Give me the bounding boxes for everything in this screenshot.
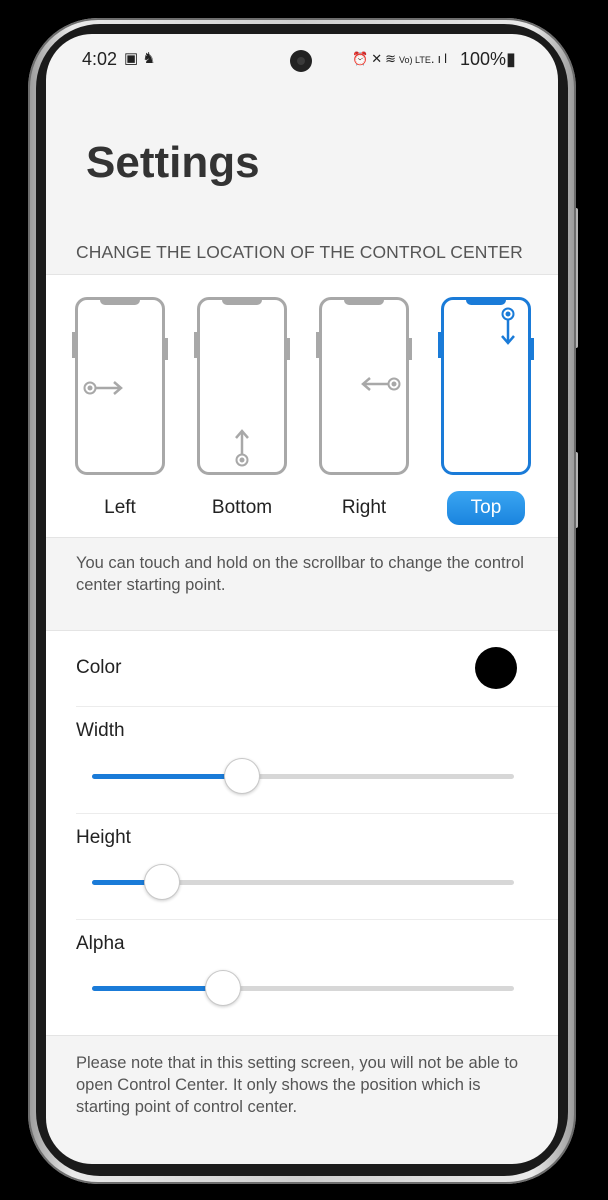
location-option-top[interactable]: Top	[438, 297, 534, 525]
location-hint: You can touch and hold on the scrollbar …	[76, 554, 524, 594]
phone-left-icon	[72, 297, 168, 475]
screen: 4:02 ▣♞ ⏰✕≋Vo) LTE.ıl 100%▮ Settings CHA…	[46, 34, 558, 1164]
alarm-icon: ⏰	[352, 51, 372, 66]
status-time: 4:02	[82, 49, 118, 69]
location-label-bottom: Bottom	[211, 497, 273, 518]
settings-panel: Color Width Height Alpha	[46, 630, 558, 1036]
arrow-right-icon	[83, 381, 123, 395]
height-slider-thumb[interactable]	[143, 864, 180, 900]
arrow-down-icon	[501, 307, 515, 345]
front-camera	[290, 50, 312, 72]
location-panel: Left Bottom Right Top	[46, 274, 558, 538]
alpha-slider-thumb[interactable]	[204, 970, 241, 1006]
divider	[76, 919, 558, 920]
color-label: Color	[76, 657, 122, 678]
location-option-bottom[interactable]: Bottom	[194, 297, 290, 525]
phone-right-icon	[316, 297, 412, 475]
divider	[76, 813, 558, 814]
divider	[76, 706, 558, 707]
location-option-right[interactable]: Right	[316, 297, 412, 525]
height-slider[interactable]	[92, 864, 514, 900]
width-slider-thumb[interactable]	[223, 758, 260, 794]
footer-note: Please note that in this setting screen,…	[76, 1054, 519, 1116]
image-icon: ▣	[124, 50, 143, 67]
width-label: Width	[76, 720, 125, 741]
arrow-left-icon	[361, 377, 401, 391]
location-option-left[interactable]: Left	[72, 297, 168, 525]
location-label-left: Left	[104, 497, 136, 518]
phone-top-icon	[438, 297, 534, 475]
phone-bottom-icon	[194, 297, 290, 475]
page-title: Settings	[86, 138, 260, 187]
notification-icon: ♞	[142, 50, 160, 67]
location-section-header: CHANGE THE LOCATION OF THE CONTROL CENTE…	[76, 242, 523, 262]
status-bar: 4:02 ▣♞ ⏰✕≋Vo) LTE.ıl 100%▮	[46, 34, 558, 86]
mute-icon: ✕	[371, 51, 386, 66]
volte-icon: Vo) LTE	[399, 55, 431, 65]
width-slider[interactable]	[92, 758, 514, 794]
signal-icon: .ıl	[430, 51, 450, 66]
battery-icon: ▮	[506, 49, 516, 69]
location-label-right: Right	[341, 497, 387, 518]
height-label: Height	[76, 827, 131, 848]
battery-level: 100%	[460, 49, 507, 69]
color-swatch[interactable]	[475, 647, 517, 689]
alpha-label: Alpha	[76, 933, 125, 954]
alpha-slider[interactable]	[92, 970, 514, 1006]
arrow-up-icon	[235, 429, 249, 467]
location-label-top: Top	[447, 491, 525, 525]
wifi-icon: ≋	[385, 51, 399, 66]
